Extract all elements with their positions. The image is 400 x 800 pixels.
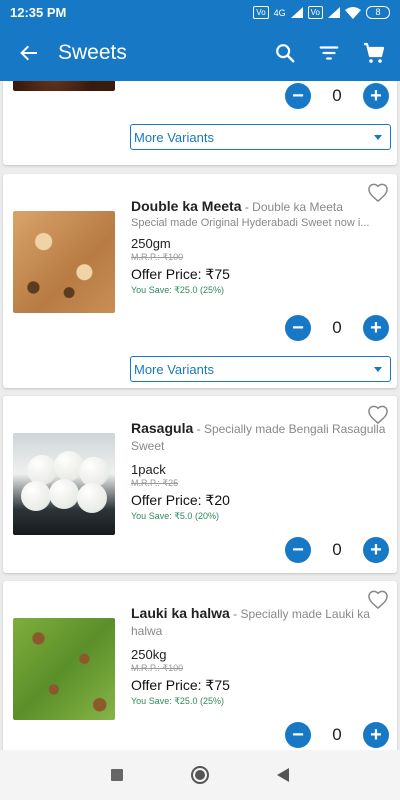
signal-icon-2 — [328, 7, 340, 18]
product-title-line: Double ka Meeta - Double ka Meeta — [131, 198, 389, 216]
status-bar: 12:35 PM Vo 4G Vo 8 — [0, 0, 400, 25]
filter-icon — [319, 46, 339, 60]
more-variants-label: More Variants — [134, 129, 214, 145]
product-image — [13, 211, 115, 313]
status-icons: Vo 4G Vo 8 — [253, 6, 390, 19]
product-name[interactable]: Lauki ka halwa — [131, 605, 230, 621]
savings-text: You Save: ₹5.0 (20%) — [131, 511, 219, 521]
product-name[interactable]: Rasagula — [131, 420, 193, 436]
volte-badge-2: Vo — [307, 6, 323, 19]
product-card[interactable]: Lauki ka halwa - Specially made Lauki ka… — [3, 581, 397, 750]
product-description: Special made Original Hyderabadi Sweet n… — [131, 217, 370, 229]
volte-badge: Vo — [253, 6, 269, 19]
quantity-count: 0 — [332, 86, 342, 105]
mrp-price: M.R.P.: ₹25 — [131, 478, 179, 488]
battery-icon: 8 — [366, 6, 390, 19]
product-title-line: Rasagula - Specially made Bengali Rasagu… — [131, 420, 389, 455]
savings-text: You Save: ₹25.0 (25%) — [131, 285, 224, 295]
quantity-stepper: − 0 + — [285, 537, 389, 563]
back-arrow-icon — [20, 45, 37, 61]
decrement-button[interactable]: − — [285, 537, 311, 563]
increment-button[interactable]: + — [363, 537, 389, 563]
quantity-stepper: − 0 + — [285, 722, 389, 748]
title-separator: - — [244, 200, 249, 214]
status-time: 12:35 PM — [10, 5, 67, 20]
app-bar: Sweets — [0, 25, 400, 81]
search-icon — [276, 44, 295, 63]
wifi-icon — [345, 6, 361, 19]
offer-price: Offer Price: ₹75 — [131, 266, 230, 282]
recents-square-icon[interactable] — [111, 769, 123, 781]
network-4g-badge: 4G — [273, 7, 286, 18]
filter-button[interactable] — [318, 42, 340, 64]
quantity-stepper: − 0 + — [285, 83, 389, 109]
increment-button[interactable]: + — [363, 722, 389, 748]
back-button[interactable] — [0, 43, 58, 63]
title-separator: - — [233, 607, 238, 621]
cart-button[interactable] — [362, 41, 386, 65]
pack-size: 250kg — [131, 647, 167, 662]
home-circle-icon[interactable] — [191, 766, 209, 784]
product-subtitle-wrap: Sweet — [131, 439, 165, 453]
increment-button[interactable]: + — [363, 315, 389, 341]
offer-price: Offer Price: ₹20 — [131, 492, 230, 508]
more-variants-dropdown[interactable]: More Variants — [130, 124, 391, 150]
cart-icon — [364, 42, 385, 63]
pack-size: 1pack — [131, 462, 166, 477]
quantity-count: 0 — [332, 725, 342, 744]
back-triangle-icon[interactable] — [277, 768, 289, 782]
signal-icon — [290, 7, 303, 18]
product-name[interactable]: Double ka Meeta — [131, 198, 241, 214]
title-separator: - — [196, 422, 201, 436]
savings-text: You Save: ₹25.0 (25%) — [131, 696, 224, 706]
dropdown-caret-icon — [374, 134, 382, 140]
system-nav-bar — [0, 750, 400, 800]
quantity-stepper: − 0 + — [285, 315, 389, 341]
more-variants-label: More Variants — [134, 361, 214, 377]
decrement-button[interactable]: − — [285, 722, 311, 748]
product-card[interactable]: Double ka Meeta - Double ka Meeta Specia… — [3, 174, 397, 388]
product-subtitle: Specially made Bengali Rasagulla — [203, 422, 386, 436]
dropdown-caret-icon — [374, 366, 382, 372]
mrp-price: M.R.P.: ₹100 — [131, 663, 184, 673]
product-subtitle-wrap: halwa — [131, 624, 163, 638]
decrement-button[interactable]: − — [285, 83, 311, 109]
product-image — [13, 81, 115, 91]
pack-size: 250gm — [131, 236, 171, 251]
product-card: − 0 + More Variants — [3, 81, 397, 165]
product-card[interactable]: Rasagula - Specially made Bengali Rasagu… — [3, 396, 397, 573]
decrement-button[interactable]: − — [285, 315, 311, 341]
search-button[interactable] — [274, 42, 296, 64]
product-list[interactable]: − 0 + More Variants Double ka Meeta - Do… — [0, 81, 400, 750]
product-image — [13, 618, 115, 720]
mrp-price: M.R.P.: ₹100 — [131, 252, 184, 262]
product-title-line: Lauki ka halwa - Specially made Lauki ka… — [131, 605, 389, 640]
quantity-count: 0 — [332, 318, 342, 337]
page-title: Sweets — [58, 41, 127, 64]
product-subtitle: Double ka Meeta — [252, 200, 343, 214]
product-subtitle: Specially made Lauki ka — [240, 607, 370, 621]
increment-button[interactable]: + — [363, 83, 389, 109]
product-image — [13, 433, 115, 535]
offer-price: Offer Price: ₹75 — [131, 677, 230, 693]
more-variants-dropdown[interactable]: More Variants — [130, 356, 391, 382]
quantity-count: 0 — [332, 540, 342, 559]
